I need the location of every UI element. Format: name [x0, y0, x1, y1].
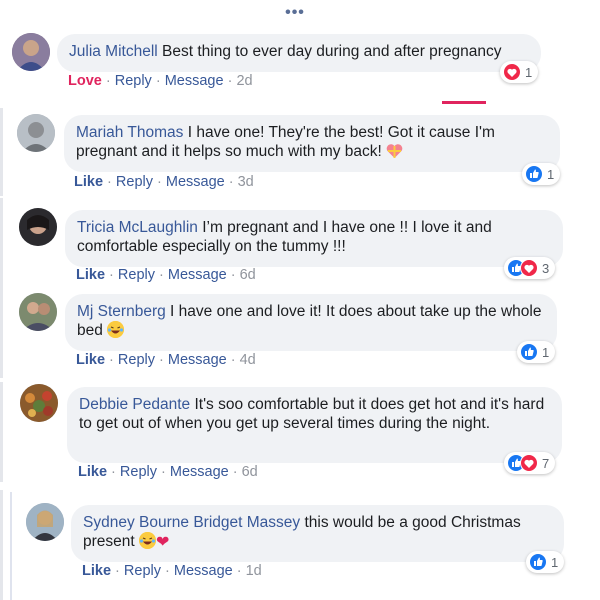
reaction-summary[interactable]: 1 — [522, 163, 561, 185]
laughing-emoji-icon — [139, 532, 157, 549]
thread-strip — [0, 198, 3, 378]
love-reaction-icon — [503, 63, 521, 81]
red-underline — [442, 101, 486, 104]
comment-bubble: Mj Sternberg I have one and love it! It … — [65, 294, 557, 351]
like-reaction-icon — [520, 343, 538, 361]
comment-bubble: Julia Mitchell Best thing to ever day du… — [57, 34, 541, 72]
reply-link[interactable]: Reply — [115, 73, 152, 89]
like-link[interactable]: Like — [76, 267, 105, 283]
avatar[interactable] — [26, 503, 64, 541]
avatar[interactable] — [12, 33, 50, 71]
avatar-image — [26, 503, 64, 541]
reaction-summary[interactable]: 1 — [517, 341, 556, 363]
laughing-emoji-icon — [107, 321, 125, 338]
like-link[interactable]: Like — [82, 563, 111, 579]
reply-link[interactable]: Reply — [116, 174, 153, 190]
reaction-count: 1 — [547, 166, 555, 182]
reaction-count: 1 — [551, 554, 559, 570]
like-reaction-icon — [525, 165, 543, 183]
comment-time[interactable]: 1d — [246, 563, 262, 579]
love-reaction-icon — [520, 259, 538, 277]
message-link[interactable]: Message — [174, 563, 233, 579]
like-reaction-icon — [529, 553, 547, 571]
mention-link[interactable]: Bridget Massey — [193, 514, 300, 531]
comment-author[interactable]: Mj Sternberg — [77, 303, 166, 320]
comment-time[interactable]: 3d — [238, 174, 254, 190]
reply-thread-line — [10, 492, 12, 600]
comment-actions: Like · Reply · Message · 6d — [78, 464, 258, 480]
reaction-count: 1 — [542, 344, 550, 360]
comment-actions: Like · Reply · Message · 4d — [76, 352, 256, 368]
message-link[interactable]: Message — [168, 267, 227, 283]
comment-time[interactable]: 6d — [242, 464, 258, 480]
comment-time[interactable]: 4d — [240, 352, 256, 368]
avatar-image — [19, 208, 57, 246]
comment-author[interactable]: Sydney Bourne — [83, 514, 189, 531]
reaction-summary[interactable]: 7 — [504, 452, 556, 474]
avatar-image — [17, 114, 55, 152]
avatar[interactable] — [19, 293, 57, 331]
comment-time[interactable]: 6d — [240, 267, 256, 283]
comment-bubble: Tricia McLaughlin I’m pregnant and I hav… — [65, 210, 563, 267]
message-link[interactable]: Message — [166, 174, 225, 190]
avatar-image — [19, 293, 57, 331]
comment-author[interactable]: Julia Mitchell — [69, 43, 158, 60]
love-reaction-icon — [520, 454, 538, 472]
reaction-count: 1 — [525, 64, 533, 80]
like-link[interactable]: Like — [78, 464, 107, 480]
gift-heart-emoji-icon — [386, 143, 403, 159]
love-link[interactable]: Love — [68, 73, 102, 89]
reply-link[interactable]: Reply — [118, 267, 155, 283]
reply-link[interactable]: Reply — [118, 352, 155, 368]
reply-link[interactable]: Reply — [124, 563, 161, 579]
heart-emoji-icon: ❤ — [156, 534, 170, 551]
avatar-image — [20, 384, 58, 422]
comment-bubble: Mariah Thomas I have one! They're the be… — [64, 115, 560, 172]
thread-strip — [0, 490, 3, 600]
comment-text: Best thing to ever day during and after … — [162, 43, 502, 60]
reaction-summary[interactable]: 3 — [504, 257, 556, 279]
reaction-count: 3 — [542, 260, 550, 276]
thread-strip — [0, 108, 3, 196]
comment-author[interactable]: Debbie Pedante — [79, 396, 190, 413]
comment-time[interactable]: 2d — [236, 73, 252, 89]
comment-author[interactable]: Mariah Thomas — [76, 124, 183, 141]
comment-actions: Like · Reply · Message · 6d — [76, 267, 256, 283]
more-options-icon[interactable]: ••• — [283, 4, 307, 22]
comment-actions: Like · Reply · Message · 3d — [74, 174, 254, 190]
message-link[interactable]: Message — [170, 464, 229, 480]
reaction-count: 7 — [542, 455, 550, 471]
comment-bubble: Sydney Bourne Bridget Massey this would … — [71, 505, 564, 562]
avatar[interactable] — [19, 208, 57, 246]
avatar-image — [12, 33, 50, 71]
comment-author[interactable]: Tricia McLaughlin — [77, 219, 198, 236]
message-link[interactable]: Message — [168, 352, 227, 368]
comment-bubble: Debbie Pedante It's soo comfortable but … — [67, 387, 562, 463]
reaction-summary[interactable]: 1 — [500, 61, 539, 83]
thread-strip — [0, 382, 3, 482]
avatar[interactable] — [17, 114, 55, 152]
avatar[interactable] — [20, 384, 58, 422]
like-link[interactable]: Like — [76, 352, 105, 368]
reply-link[interactable]: Reply — [120, 464, 157, 480]
like-link[interactable]: Like — [74, 174, 103, 190]
reaction-summary[interactable]: 1 — [526, 551, 565, 573]
message-link[interactable]: Message — [165, 73, 224, 89]
comment-actions: Like · Reply · Message · 1d — [82, 563, 262, 579]
comment-actions: Love · Reply · Message · 2d — [68, 73, 253, 89]
